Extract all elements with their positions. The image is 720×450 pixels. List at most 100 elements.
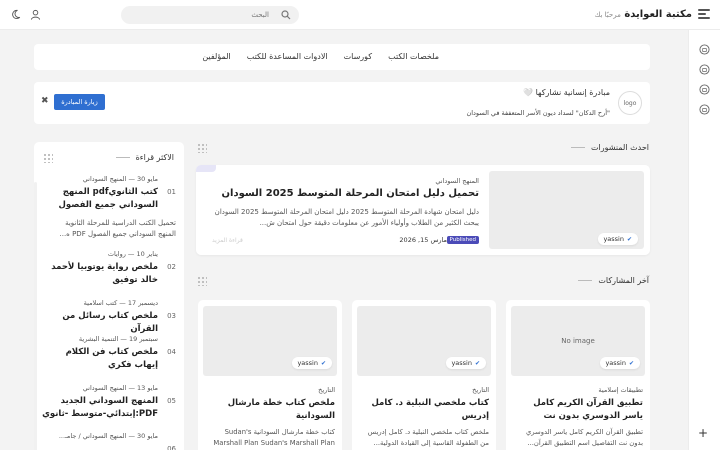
author-name: yassin: [605, 359, 626, 367]
rank-number: 01: [167, 188, 176, 196]
item-title[interactable]: كتب الثانويpdf المنهج السوداني جميع الفص…: [41, 186, 158, 212]
folder-icon[interactable]: [699, 64, 710, 75]
search-input[interactable]: [129, 11, 269, 19]
post-date: مارس 15, 2026: [399, 236, 447, 244]
verified-icon: ✔: [474, 359, 480, 367]
most-read-widget: الاكثر قراءة 01 مايو 30 — المنهج السودان…: [34, 142, 184, 450]
item-date: يناير 10: [136, 250, 159, 258]
status-badge: Published: [446, 236, 479, 244]
item-title[interactable]: المنهج السوداني الجديد PDF:إبتدائي-متوسط…: [41, 395, 158, 421]
search-box[interactable]: [121, 6, 299, 24]
folder-icon[interactable]: [699, 104, 710, 115]
logo-image: logo: [618, 91, 642, 115]
site-brand[interactable]: مكتبة العوايدة مرحبًا بك: [591, 9, 692, 20]
post-title[interactable]: تطبيق القرآن الكريم كامل ياسر الدوسري بد…: [511, 397, 643, 423]
scroll-track[interactable]: [34, 182, 37, 450]
main-nav: ملخصات الكتب كورسات الادوات المساعدة للك…: [34, 44, 650, 70]
section-recent-title: آخر المشاركات: [578, 276, 649, 285]
post-card[interactable]: No image ✔ yassin تطبيقات إسلامية تطبيق ا…: [506, 300, 650, 450]
nav-link-tools[interactable]: الادوات المساعدة للكتب: [247, 52, 328, 61]
close-icon[interactable]: ✖: [41, 96, 49, 106]
item-date: مايو 13: [137, 384, 158, 392]
corner-accent: [196, 165, 216, 172]
dots-decoration: [197, 276, 207, 286]
read-more-link[interactable]: قراءة المزيد: [212, 237, 243, 244]
section-most-read-label: الاكثر قراءة: [135, 153, 174, 162]
author-name: yassin: [297, 359, 318, 367]
verified-icon: ✔: [320, 359, 326, 367]
post-excerpt: ملخص كتاب ملخصي النبلية د. كامل إدريس من…: [367, 428, 489, 447]
top-bar: مكتبة العوايدة مرحبًا بك: [0, 0, 720, 30]
item-meta: يناير 10 — روايات: [107, 250, 159, 258]
item-category[interactable]: روايات: [108, 250, 126, 258]
greeting: مرحبًا بك: [594, 11, 621, 19]
post-excerpt: دليل امتحان شهادة المرحلة المتوسط 2025 د…: [214, 208, 479, 227]
item-category[interactable]: كتب اسلامية: [84, 299, 118, 307]
post-category[interactable]: التاريخ: [472, 386, 489, 394]
rank-number: 02: [167, 263, 176, 271]
item-category[interactable]: التنمية البشرية: [79, 335, 118, 343]
item-title[interactable]: ملخص رواية يوتوبيا لأحمد خالد توفيق: [41, 261, 158, 287]
post-category[interactable]: المنهج السوداني: [435, 177, 479, 185]
section-latest-title: احدث المنشورات: [570, 143, 649, 152]
author-chip[interactable]: ✔ yassin: [446, 357, 486, 369]
banner-title: مبادرة إنسانية نشاركها 🤍: [523, 88, 610, 97]
post-category[interactable]: تطبيقات إسلامية: [598, 386, 643, 394]
nav-link-authors[interactable]: المؤلفين: [202, 52, 230, 61]
item-meta: مايو 30 — المنهج السوداني: [82, 175, 158, 183]
dots-decoration: [197, 143, 207, 153]
author-name: yassin: [603, 235, 624, 243]
side-rail: +: [688, 30, 720, 450]
menu-icon[interactable]: [698, 9, 710, 19]
user-icon[interactable]: [30, 9, 41, 20]
brand-name[interactable]: مكتبة العوايدة: [624, 9, 692, 20]
section-latest-label: احدث المنشورات: [590, 143, 649, 152]
author-chip[interactable]: ✔ yassin: [292, 357, 332, 369]
post-card[interactable]: ✔ yassin التاريخ كتاب ملخصي النبلية د. كا…: [352, 300, 496, 450]
item-date: سبتمبر 19: [128, 335, 158, 343]
search-icon[interactable]: [281, 10, 291, 20]
banner-subtitle: "أرح الدكان" لسداد ديون الأسر المتعففة ف…: [466, 109, 610, 117]
item-meta: ديسمبر 17 — كتب اسلامية: [83, 299, 158, 307]
rank-number: 03: [167, 312, 176, 320]
post-excerpt: تطبيق القرآن الكريم كامل ياسر الدوسري بد…: [525, 428, 643, 447]
author-chip[interactable]: ✔ yassin: [600, 357, 640, 369]
featured-post[interactable]: ✔ yassin المنهج السوداني تحميل دليل امتح…: [196, 165, 650, 255]
initiative-banner: logo مبادرة إنسانية نشاركها 🤍 "أرح الدكا…: [34, 82, 650, 124]
post-category[interactable]: التاريخ: [318, 386, 335, 394]
post-card[interactable]: ✔ yassin التاريخ ملخص كتاب خطة مارشال الس…: [198, 300, 342, 450]
rank-number: 05: [167, 397, 176, 405]
verified-icon: ✔: [628, 359, 634, 367]
item-meta: مايو 13 — المنهج السوداني: [82, 384, 158, 392]
post-title[interactable]: كتاب ملخصي النبلية د. كامل إدريس: [357, 397, 489, 423]
post-title[interactable]: ملخص كتاب خطة مارشال السودانية: [203, 397, 335, 423]
item-meta: سبتمبر 19 — التنمية البشرية: [78, 335, 158, 343]
rank-number: 04: [167, 348, 176, 356]
item-category[interactable]: المنهج السوداني / جامـ...: [59, 432, 127, 440]
plus-icon[interactable]: +: [698, 426, 708, 440]
rank-number: 06: [167, 445, 176, 450]
section-recent-label: آخر المشاركات: [598, 276, 649, 285]
dark-mode-icon[interactable]: [12, 9, 23, 20]
section-most-read-title: الاكثر قراءة: [115, 153, 174, 162]
item-title[interactable]: ملخص كتاب فن الكلام إيهاب فكري: [41, 346, 158, 372]
item-date: مايو 30: [137, 432, 158, 440]
post-title[interactable]: تحميل دليل امتحان المرحلة المتوسط 2025 ا…: [222, 188, 479, 199]
visit-initiative-button[interactable]: زيارة المبادرة: [54, 94, 105, 110]
post-excerpt: كتاب خطة مارشال السودانية Sudan's Marsha…: [213, 428, 335, 447]
item-category[interactable]: المنهج السوداني: [83, 384, 127, 392]
nav-link-summaries[interactable]: ملخصات الكتب: [388, 52, 439, 61]
item-category[interactable]: المنهج السوداني: [83, 175, 127, 183]
author-name: yassin: [451, 359, 472, 367]
item-meta: مايو 30 — المنهج السوداني / جامـ...: [58, 432, 158, 440]
verified-icon: ✔: [626, 235, 632, 243]
item-date: مايو 30: [137, 175, 158, 183]
author-chip[interactable]: ✔ yassin: [598, 233, 638, 245]
item-date: ديسمبر 17: [127, 299, 158, 307]
folder-icon[interactable]: [699, 44, 710, 55]
item-excerpt: تحميل الكتب الدراسية للمرحلة الثانوية ال…: [59, 219, 177, 239]
dots-decoration: [43, 153, 53, 163]
item-title[interactable]: ملخص كتاب رسائل من القرآن: [41, 310, 158, 336]
folder-icon[interactable]: [699, 84, 710, 95]
nav-link-courses[interactable]: كورسات: [344, 52, 372, 61]
